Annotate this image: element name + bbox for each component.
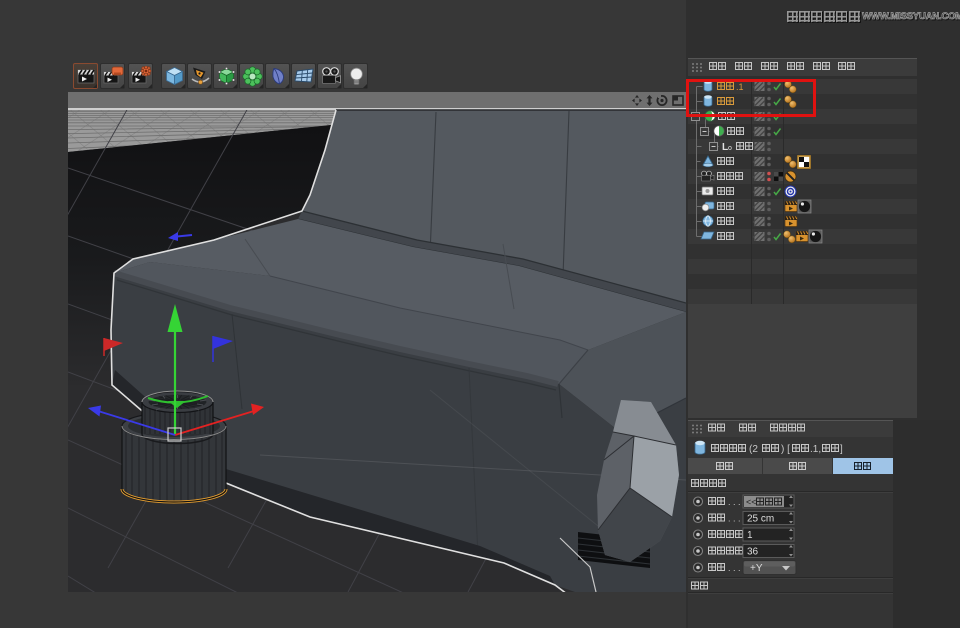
svg-text:.1,: .1, [810,444,821,455]
svg-text:+Y: +Y [750,563,763,574]
svg-text:25 cm: 25 cm [747,514,774,525]
svg-text:. . .: . . . [728,563,741,573]
svg-text:. . .: . . . [728,514,741,524]
svg-text:(2: (2 [749,444,758,455]
svg-text:) [: ) [ [781,444,790,455]
svg-text:<<: << [746,497,757,507]
svg-text:. . .: . . . [728,497,741,507]
svg-text:]: ] [840,444,843,455]
svg-text:1: 1 [747,530,753,541]
svg-text:o: o [728,145,732,152]
svg-text:36: 36 [747,547,759,558]
